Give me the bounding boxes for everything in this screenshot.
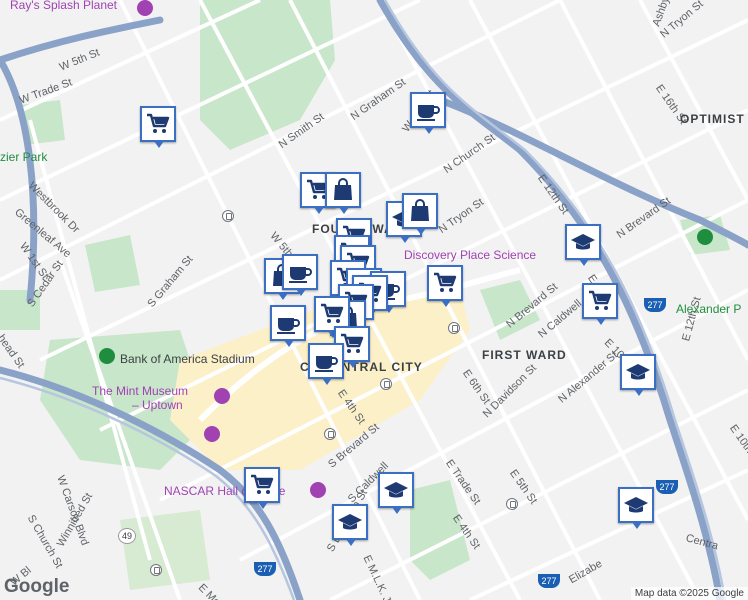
cafe-marker[interactable] bbox=[270, 305, 306, 347]
grocery-marker[interactable] bbox=[140, 106, 176, 148]
grocery-marker[interactable] bbox=[244, 467, 280, 509]
cafe-marker[interactable] bbox=[282, 254, 318, 296]
museum-poi-icon[interactable] bbox=[214, 388, 230, 404]
attraction-poi-icon[interactable] bbox=[137, 0, 153, 16]
grocery-marker[interactable] bbox=[427, 265, 463, 307]
cafe-marker[interactable] bbox=[308, 343, 344, 385]
map-canvas[interactable]: Ray's Splash Planet W 5th St W Trade St … bbox=[0, 0, 748, 600]
frazier-park-label: zier Park bbox=[0, 150, 48, 164]
transit-stop-icon-4[interactable] bbox=[324, 428, 336, 440]
nc49-shield: 49 bbox=[118, 528, 136, 544]
cafe-marker[interactable] bbox=[410, 92, 446, 134]
transit-stop-icon-2[interactable] bbox=[448, 322, 460, 334]
school-marker[interactable] bbox=[618, 487, 654, 529]
bank-of-america-stadium-label: Bank of America Stadium bbox=[120, 352, 255, 366]
i277-shield-3: 277 bbox=[254, 562, 276, 576]
google-logo: Google bbox=[4, 576, 70, 597]
school-marker[interactable] bbox=[565, 224, 601, 266]
park-poi-icon[interactable] bbox=[697, 229, 713, 245]
shop-marker[interactable] bbox=[325, 172, 361, 214]
school-marker[interactable] bbox=[378, 472, 414, 514]
i277-shield: 277 bbox=[644, 298, 666, 312]
rays-splash-planet-label: Ray's Splash Planet bbox=[10, 0, 118, 12]
transit-stop-icon-3[interactable] bbox=[380, 378, 392, 390]
mint-museum-label: The Mint Museum bbox=[92, 384, 189, 398]
map-attribution[interactable]: Map data ©2025 Google bbox=[630, 587, 748, 600]
discovery-place-label: Discovery Place Science bbox=[404, 248, 537, 262]
shop-marker[interactable] bbox=[402, 193, 438, 235]
museum-poi-icon-3[interactable] bbox=[310, 482, 326, 498]
mint-museum-label-2: – Uptown bbox=[132, 398, 183, 412]
transit-stop-icon-5[interactable] bbox=[506, 498, 518, 510]
school-marker[interactable] bbox=[332, 504, 368, 546]
optimist-park-label: OPTIMIST bbox=[680, 112, 745, 126]
stadium-poi-icon[interactable] bbox=[99, 348, 115, 364]
first-ward-label: FIRST WARD bbox=[482, 348, 567, 362]
museum-poi-icon-2[interactable] bbox=[204, 426, 220, 442]
i277-shield-4: 277 bbox=[538, 574, 560, 588]
transit-stop-icon-6[interactable] bbox=[150, 564, 162, 576]
transit-stop-icon[interactable] bbox=[222, 210, 234, 222]
grocery-marker[interactable] bbox=[582, 283, 618, 325]
school-marker[interactable] bbox=[620, 354, 656, 396]
i277-shield-2: 277 bbox=[656, 480, 678, 494]
